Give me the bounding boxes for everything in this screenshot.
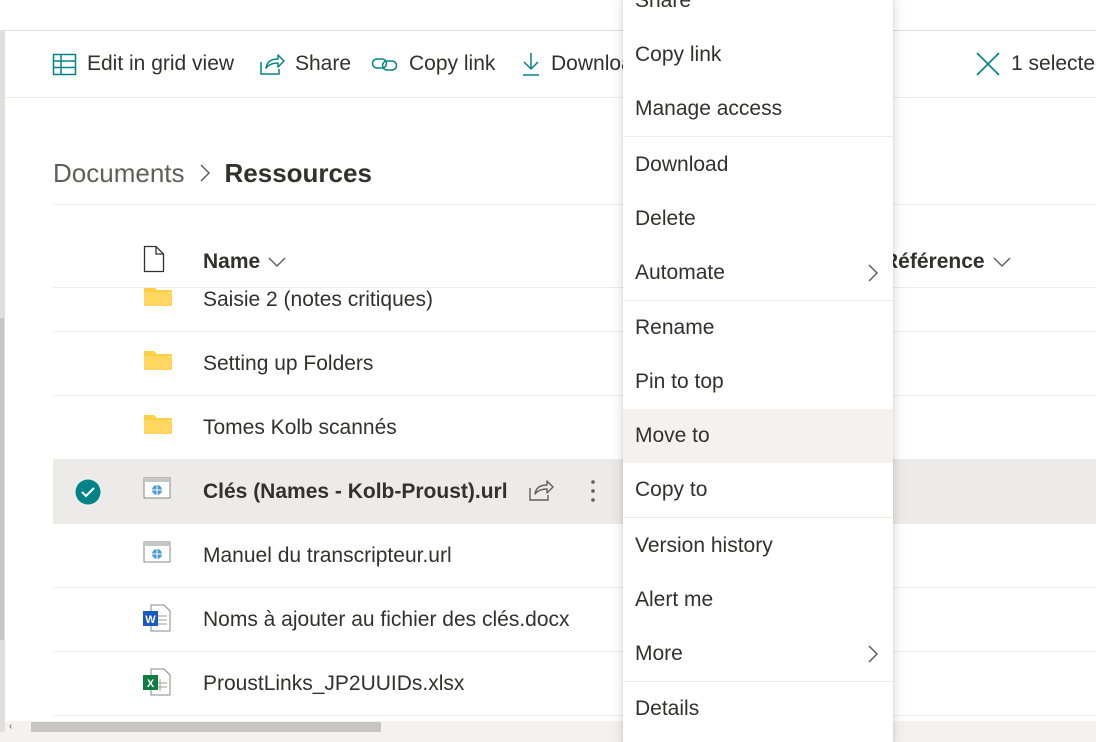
menu-item-label: Details	[635, 697, 700, 720]
menu-item-version-history[interactable]: Version history	[623, 519, 893, 573]
context-menu: Share Copy link Manage access Download D…	[623, 0, 893, 742]
excel-icon: X	[143, 668, 171, 701]
menu-item-download[interactable]: Download	[623, 138, 893, 192]
folder-icon	[143, 348, 173, 377]
menu-item-label: Pin to top	[635, 370, 724, 393]
chevron-down-icon	[985, 250, 1011, 274]
share-icon[interactable]	[528, 478, 554, 507]
file-name[interactable]: Manuel du transcripteur.url	[203, 524, 452, 588]
menu-item-share[interactable]: Share	[623, 0, 893, 28]
folder-icon	[143, 288, 173, 313]
table-row[interactable]: X ProustLinks_JP2UUIDs.xlsx	[53, 652, 1096, 716]
table-row[interactable]: Setting up Folders	[53, 332, 1096, 396]
copy-link-label: Copy link	[409, 52, 496, 75]
share-icon	[259, 52, 285, 76]
column-header: Name Référence	[53, 237, 1096, 288]
file-name[interactable]: Clés (Names - Kolb-Proust).url	[203, 460, 508, 524]
top-strip	[0, 0, 1096, 31]
menu-divider	[623, 517, 893, 518]
menu-item-label: Download	[635, 153, 729, 176]
menu-item-label: More	[635, 642, 683, 665]
breadcrumb-current: Ressources	[224, 157, 372, 188]
menu-item-label: Copy link	[635, 43, 722, 66]
horizontal-scrollbar[interactable]: ‹	[5, 721, 1096, 732]
menu-item-label: Copy to	[635, 478, 708, 501]
menu-item-rename[interactable]: Rename	[623, 301, 893, 355]
file-name[interactable]: Setting up Folders	[203, 332, 373, 396]
chevron-down-icon	[260, 250, 286, 274]
file-type-icon[interactable]	[143, 245, 165, 278]
edit-grid-view-label: Edit in grid view	[87, 52, 235, 75]
scrollbar-thumb[interactable]	[31, 722, 381, 732]
copy-link-button[interactable]: Copy link	[371, 31, 495, 97]
chevron-right-icon	[199, 163, 211, 183]
menu-item-label: Manage access	[635, 97, 783, 120]
share-label: Share	[295, 52, 352, 75]
file-name[interactable]: Tomes Kolb scannés	[203, 396, 397, 460]
menu-item-alert-me[interactable]: Alert me	[623, 573, 893, 627]
table-row[interactable]: Saisie 2 (notes critiques)	[53, 288, 1096, 332]
chevron-right-icon	[867, 644, 879, 670]
file-name[interactable]: ProustLinks_JP2UUIDs.xlsx	[203, 652, 464, 716]
table-row[interactable]: Manuel du transcripteur.url	[53, 524, 1096, 588]
menu-item-label: Automate	[635, 261, 725, 284]
checkmark-icon[interactable]	[75, 479, 101, 510]
edit-grid-view-button[interactable]: Edit in grid view	[52, 31, 234, 97]
menu-item-label: Move to	[635, 424, 710, 447]
link-file-icon	[143, 476, 171, 505]
menu-item-delete[interactable]: Delete	[623, 192, 893, 246]
chevron-right-icon	[867, 263, 879, 289]
menu-item-details[interactable]: Details	[623, 682, 893, 736]
selected-count: 1 selected	[1011, 52, 1096, 75]
more-options-icon[interactable]	[588, 478, 598, 509]
svg-text:X: X	[147, 678, 155, 690]
file-name[interactable]: Saisie 2 (notes critiques)	[203, 288, 433, 332]
menu-item-automate[interactable]: Automate	[623, 246, 893, 300]
breadcrumb: Documents Ressources	[53, 153, 372, 193]
file-list: Saisie 2 (notes critiques) Setting up Fo…	[53, 288, 1096, 721]
menu-item-label: Share	[635, 0, 692, 12]
svg-text:W: W	[145, 614, 156, 626]
grid-icon	[52, 52, 77, 77]
menu-item-move-to[interactable]: Move to	[623, 409, 893, 463]
divider	[53, 204, 1096, 205]
close-icon	[975, 51, 1001, 77]
clear-selection-button[interactable]: 1 selected	[975, 31, 1096, 97]
file-name[interactable]: Noms à ajouter au fichier des clés.docx	[203, 588, 570, 652]
folder-icon	[143, 412, 173, 441]
menu-item-label: Version history	[635, 534, 773, 557]
table-row-selected[interactable]: Clés (Names - Kolb-Proust).url	[53, 460, 1096, 524]
column-reference-label: Référence	[883, 250, 985, 273]
menu-item-copy-to[interactable]: Copy to	[623, 463, 893, 517]
menu-divider	[623, 136, 893, 137]
download-icon	[521, 51, 541, 77]
column-name-label: Name	[203, 250, 261, 273]
menu-item-more[interactable]: More	[623, 627, 893, 681]
menu-item-pin-to-top[interactable]: Pin to top	[623, 355, 893, 409]
menu-item-label: Rename	[635, 316, 715, 339]
menu-item-copy-link[interactable]: Copy link	[623, 28, 893, 82]
share-button[interactable]: Share	[259, 31, 351, 97]
table-row[interactable]: Tomes Kolb scannés	[53, 396, 1096, 460]
document-library: Edit in grid view Share Copy link Downlo…	[5, 31, 1096, 721]
table-row[interactable]: W Noms à ajouter au fichier des clés.doc…	[53, 588, 1096, 652]
link-file-icon	[143, 540, 171, 569]
menu-item-manage-access[interactable]: Manage access	[623, 82, 893, 136]
column-reference[interactable]: Référence	[883, 237, 1011, 287]
link-icon	[371, 52, 399, 76]
scroll-left-icon[interactable]: ‹	[9, 721, 12, 732]
menu-item-label: Delete	[635, 207, 696, 230]
menu-item-label: Alert me	[635, 588, 714, 611]
word-icon: W	[143, 604, 171, 637]
command-bar: Edit in grid view Share Copy link Downlo…	[5, 31, 1096, 98]
breadcrumb-documents[interactable]: Documents	[53, 158, 185, 189]
left-scrollbar[interactable]	[0, 318, 4, 640]
column-name[interactable]: Name	[203, 237, 286, 287]
